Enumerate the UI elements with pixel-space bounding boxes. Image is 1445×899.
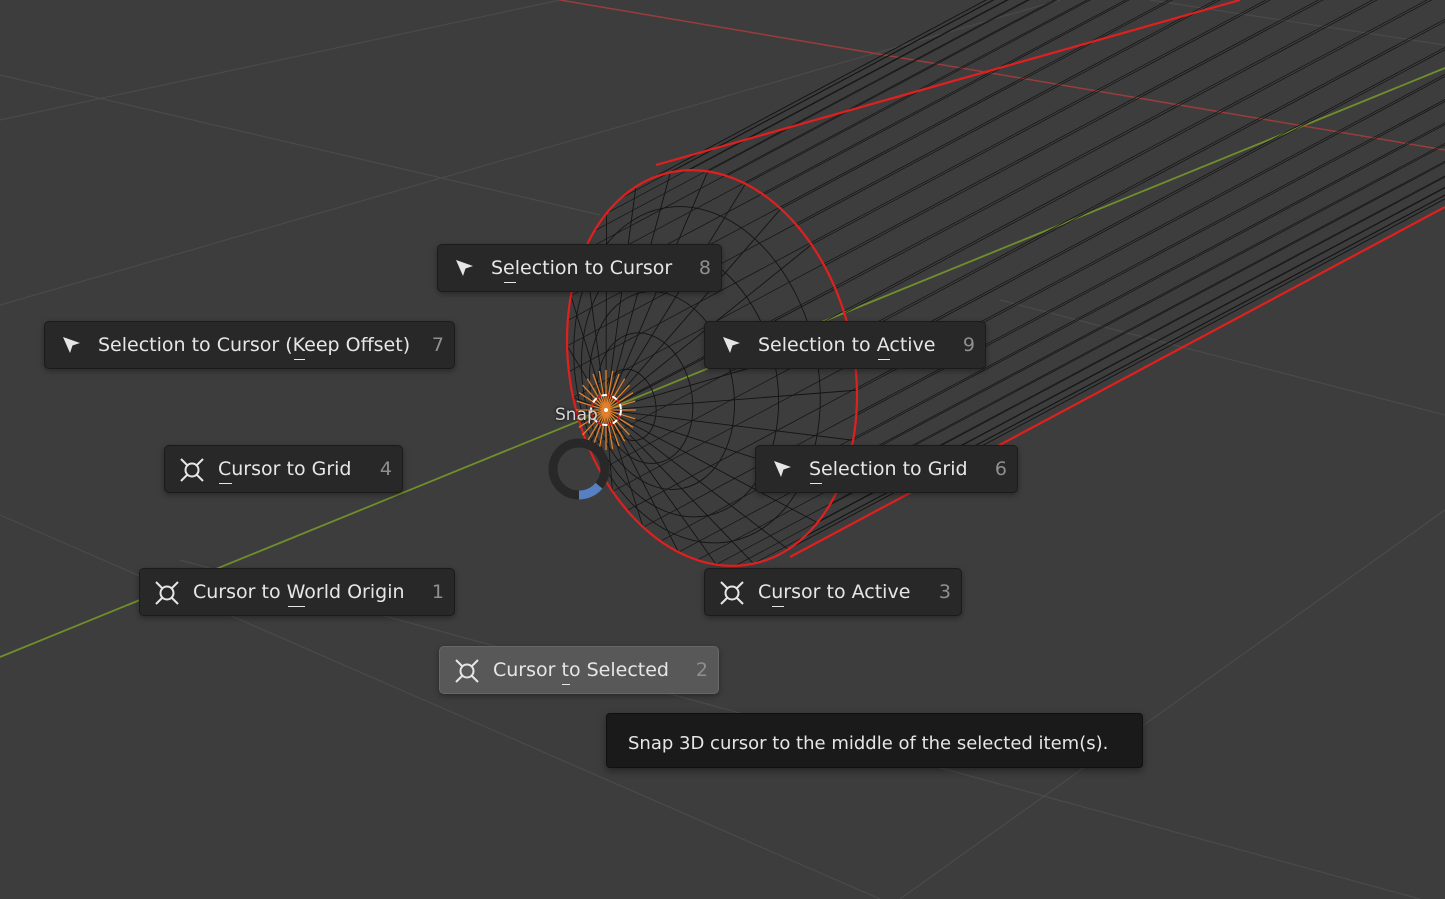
mesh-spoke [605,183,746,411]
mesh-edge [811,0,1271,245]
pie-menu-title: Snap [555,405,598,425]
mesh-edge [599,18,1445,471]
pie-item-label: Selection to Active [758,334,936,356]
cursor-arrow-icon [719,333,745,359]
mesh-spoke [570,295,607,411]
3d-cursor-icon [179,457,205,483]
cursor-arrow-icon [59,333,85,359]
pie-item-label: Cursor to Active [758,581,911,603]
pie-item-label: Selection to Cursor (Keep Offset) [98,334,411,356]
pie-item-cursor-to-grid[interactable]: Cursor to Grid 4 [164,445,403,493]
mesh-edge [745,0,1091,185]
mesh-edge [829,176,1445,506]
pie-item-selection-to-grid[interactable]: Selection to Grid 6 [755,445,1018,493]
mesh-edge [568,0,1267,373]
cursor-arrow-icon [452,256,478,282]
mesh-edge [844,0,1433,314]
mesh-spoke [605,389,857,411]
pie-item-selection-to-active[interactable]: Selection to Active 9 [704,321,986,369]
mnemonic-underline [504,282,516,283]
pie-item-label: Cursor to World Origin [193,581,405,603]
selected-edges [565,0,1445,567]
tooltip: Snap 3D cursor to the middle of the sele… [606,713,1143,768]
mesh-spoke [605,186,637,411]
mesh-spoke [605,409,854,441]
grid-line [899,509,1445,899]
3d-cursor-icon [454,658,480,684]
mesh-edge [726,0,1058,177]
pie-item-selection-to-cursor[interactable]: Selection to Cursor 8 [437,244,722,292]
mesh-edge [707,0,1030,172]
pie-item-cursor-to-active[interactable]: Cursor to Active 3 [704,568,962,616]
mnemonic-underline [219,483,233,484]
mesh-edge [839,162,1445,486]
3d-cursor-icon [154,580,180,606]
mesh-edge [566,0,1217,347]
pie-item-shortcut-key: 1 [431,581,444,603]
x-axis-line [559,0,1445,151]
pie-item-cursor-to-world-origin[interactable]: Cursor to World Origin 1 [139,568,455,616]
mnemonic-underline [877,359,891,360]
mesh-edge [626,73,1445,511]
pie-item-shortcut-key: 6 [994,458,1007,480]
pie-item-label: Cursor to Selected [493,659,669,681]
mesh-edge [688,0,1009,171]
pie-item-label: Selection to Grid [809,458,968,480]
mnemonic-underline [562,684,570,685]
cursor-arrow-icon [770,457,796,483]
pie-item-cursor-to-selected[interactable]: Cursor to Selected 2 [439,646,719,694]
selected-edge-bottom [789,206,1445,558]
tooltip-text: Snap 3D cursor to the middle of the sele… [628,733,1109,754]
pie-item-shortcut-key: 9 [962,334,975,356]
pie-item-selection-to-cursor-keep-offset[interactable]: Selection to Cursor (Keep Offset) 7 [44,321,455,369]
3d-cursor-icon [719,580,745,606]
grid-line [0,0,561,121]
mesh-edge [606,0,1008,214]
pie-item-shortcut-key: 2 [695,659,708,681]
mesh-spoke [605,409,679,553]
mnemonic-underline [287,606,306,607]
mesh-edge [852,124,1445,441]
pie-item-shortcut-key: 4 [379,458,392,480]
pie-item-label: Cursor to Grid [218,458,352,480]
mnemonic-underline [772,606,785,607]
mesh-edge [850,21,1445,339]
mnemonic-underline [293,359,306,360]
pie-item-shortcut-key: 8 [698,257,711,279]
pie-item-shortcut-key: 7 [431,334,444,356]
grid-line [0,74,601,216]
mnemonic-underline [810,483,823,484]
selected-edge-top [655,0,1241,167]
mesh-edge [854,49,1445,365]
mesh-edge [588,0,1428,448]
pie-item-label: Selection to Cursor [491,257,673,279]
pie-direction-indicator [548,438,610,500]
pie-item-shortcut-key: 3 [938,581,951,603]
